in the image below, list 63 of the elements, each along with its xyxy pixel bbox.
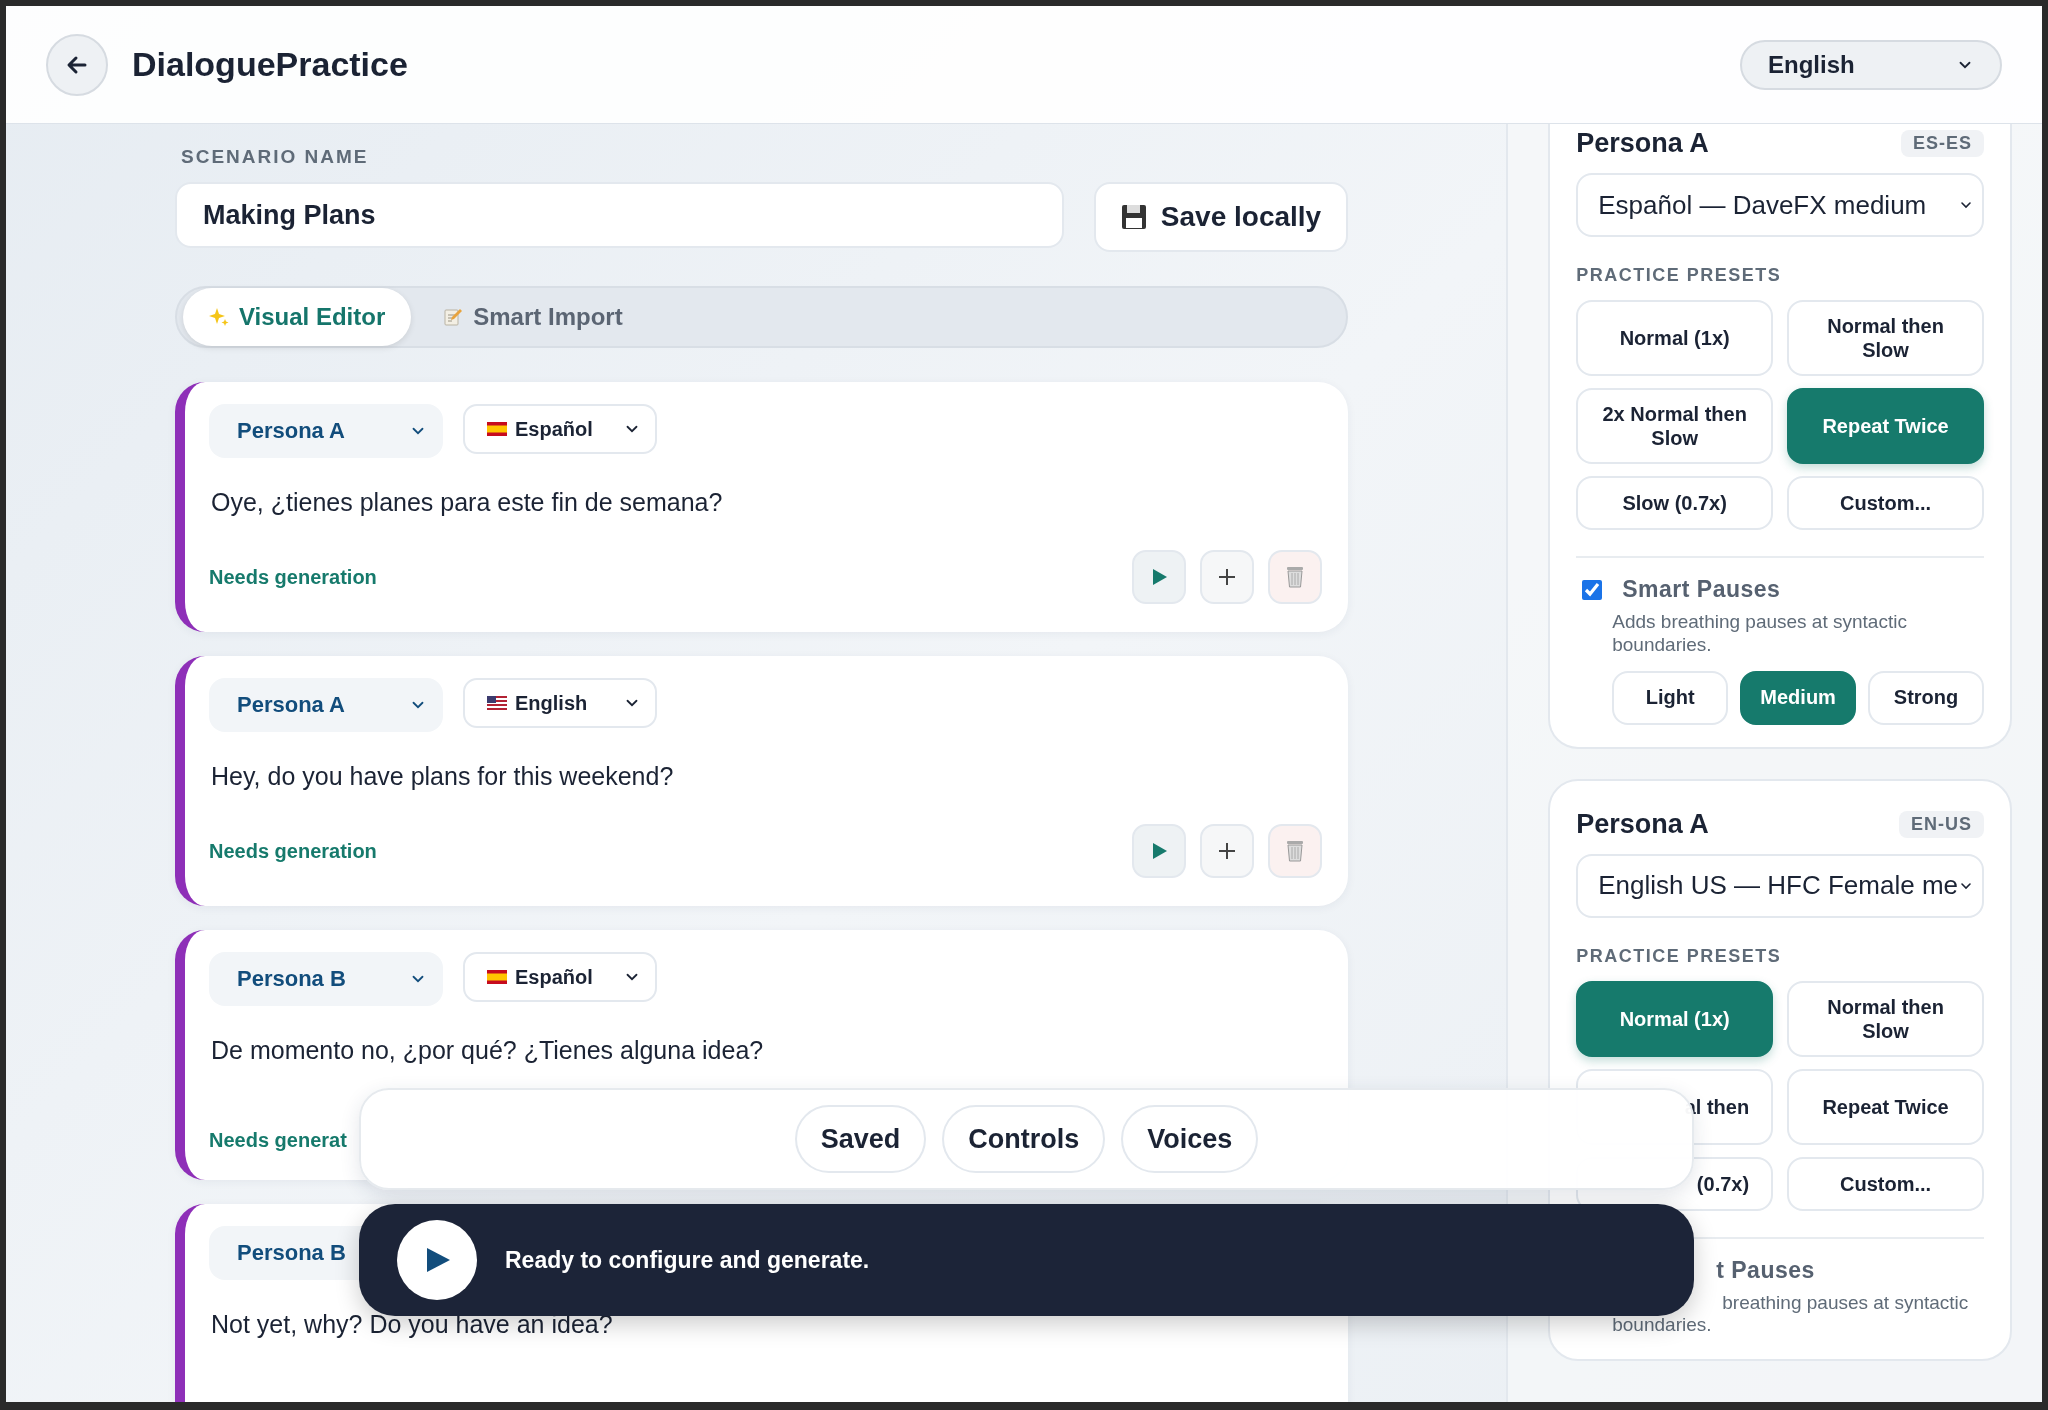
preset-button[interactable]: Slow (0.7x) xyxy=(1576,476,1774,530)
save-locally-button[interactable]: Save locally xyxy=(1094,182,1348,252)
add-button[interactable] xyxy=(1200,550,1254,604)
voice-select[interactable]: English US — HFC Female me xyxy=(1576,853,1984,918)
plus-icon xyxy=(1217,841,1237,861)
language-select[interactable]: English xyxy=(1740,39,2002,90)
locale-badge: ES-ES xyxy=(1900,130,1984,157)
line-text: Oye, ¿tienes planes para este fin de semana? xyxy=(211,488,724,517)
section-label: PRACTICE PRESETS xyxy=(1576,945,1783,967)
smart-pauses-description: breathing pauses at syntactic boundaries. xyxy=(1612,1291,1970,1338)
editor-tab[interactable]: Smart Import xyxy=(417,288,649,346)
persona-select[interactable]: Persona A xyxy=(209,404,443,458)
generation-status: Needs generation xyxy=(209,839,377,863)
field-label: SCENARIO NAME xyxy=(181,146,370,168)
play-icon xyxy=(1150,842,1168,860)
preset-button[interactable]: Normal then Slow xyxy=(1787,300,1984,376)
section-label: PRACTICE PRESETS xyxy=(1576,265,1783,286)
preset-button[interactable]: 2x Normal then Slow xyxy=(1576,388,1774,464)
persona-name: Persona A xyxy=(1576,808,1709,840)
pause-level-button[interactable]: Medium xyxy=(1740,670,1857,725)
pause-level-button[interactable]: Strong xyxy=(1868,670,1984,725)
preset-button[interactable]: Custom... xyxy=(1787,476,1984,530)
generation-status: Needs generation xyxy=(209,565,377,589)
smart-pauses-title: t Pauses xyxy=(1716,1256,1815,1284)
line-text: De momento no, ¿por qué? ¿Tienes alguna idea? xyxy=(211,1036,765,1065)
play-icon xyxy=(1150,568,1168,586)
app-title: DialoguePractice xyxy=(132,45,409,84)
pause-level-button[interactable]: Light xyxy=(1612,670,1729,725)
smart-pauses-title: Smart Pauses xyxy=(1622,576,1781,603)
line-text: Not yet, why? Do you have an idea? xyxy=(211,1310,614,1339)
flag-icon xyxy=(487,422,507,436)
persona-select[interactable]: Persona A xyxy=(209,678,443,732)
plus-icon xyxy=(1217,567,1237,587)
bottom-tab[interactable]: Voices xyxy=(1121,1105,1259,1173)
add-button[interactable] xyxy=(1200,824,1254,878)
trash-icon xyxy=(1285,839,1305,863)
scenario-name-field[interactable]: Making Plans xyxy=(175,182,1064,248)
memo-icon xyxy=(443,307,464,327)
line-text: Hey, do you have plans for this weekend? xyxy=(211,762,675,791)
flag-icon xyxy=(487,696,507,710)
editor-tab[interactable]: Visual Editor xyxy=(183,288,412,346)
smart-pauses-description: Adds breathing pauses at syntactic boundaries. xyxy=(1612,611,1908,657)
smart-pauses-checkbox[interactable] xyxy=(1582,579,1603,600)
persona-name: Persona A xyxy=(1576,128,1709,159)
language-select[interactable]: Español xyxy=(463,952,657,1002)
trash-icon xyxy=(1285,565,1305,589)
preset-button[interactable]: Normal then Slow xyxy=(1787,980,1984,1057)
locale-badge: EN-US xyxy=(1899,810,1984,838)
preset-button[interactable]: Repeat Twice xyxy=(1787,388,1984,464)
voice-select[interactable]: Español — DaveFX medium xyxy=(1576,173,1984,237)
preset-button[interactable]: Repeat Twice xyxy=(1787,1068,1984,1145)
persona-select[interactable]: Persona B xyxy=(209,952,443,1006)
bottom-tab[interactable]: Controls xyxy=(942,1105,1106,1173)
sparkle-icon xyxy=(209,307,229,327)
generation-status: Needs generat xyxy=(209,1129,347,1152)
bottom-tab[interactable]: Saved xyxy=(794,1105,927,1173)
preset-button[interactable]: Custom... xyxy=(1787,1156,1984,1211)
flag-icon xyxy=(487,970,507,984)
language-select[interactable]: Español xyxy=(463,404,657,454)
status-message: Ready to configure and generate. xyxy=(505,1246,870,1274)
preset-button[interactable]: Normal (1x) xyxy=(1576,300,1774,376)
language-select[interactable]: English xyxy=(463,678,657,728)
preset-button[interactable]: Normal (1x) xyxy=(1576,980,1774,1057)
